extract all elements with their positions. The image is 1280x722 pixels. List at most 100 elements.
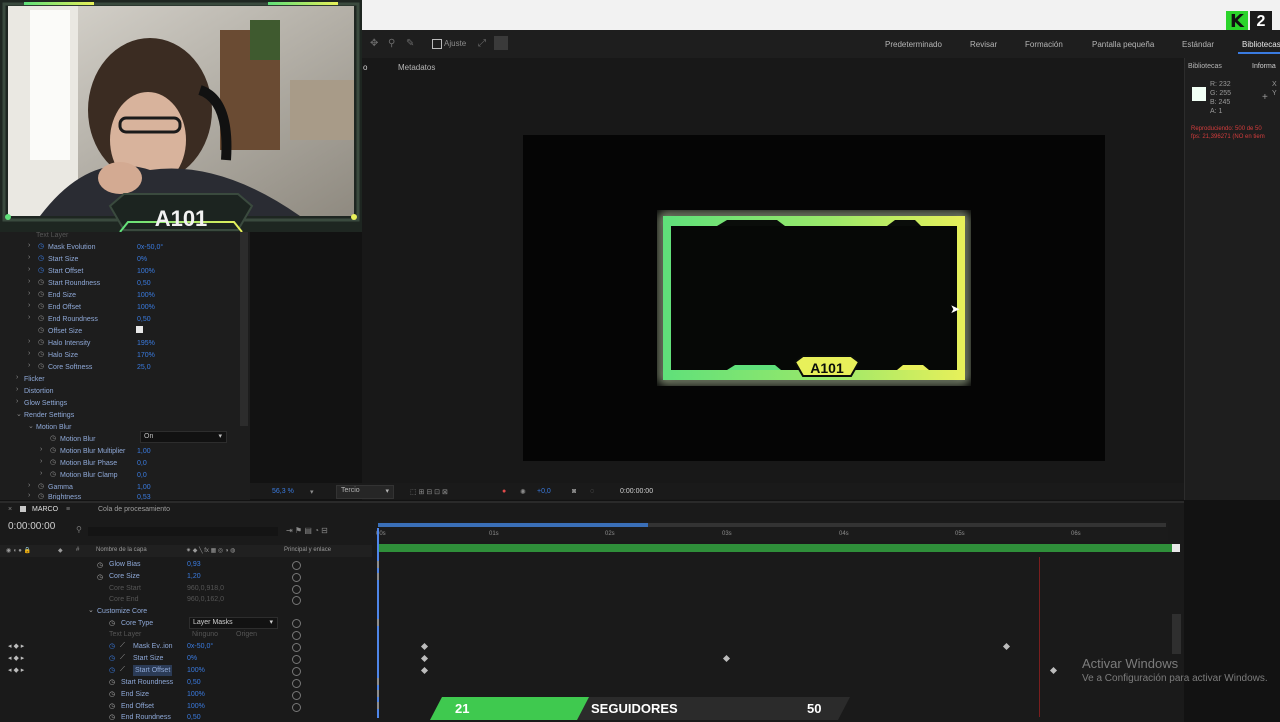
- chevron-right-icon[interactable]: ›: [16, 398, 18, 405]
- effect-value-start-offset[interactable]: 100%: [137, 266, 155, 277]
- effect-value-motion-blur-multiplier[interactable]: 1,00: [137, 446, 151, 457]
- timeline-value-end-roundness[interactable]: 0,50: [187, 712, 201, 720]
- effect-group-flicker[interactable]: Flicker: [24, 374, 45, 385]
- region-of-interest-icon[interactable]: ⬚ ⊞ ⊟ ⊡ ⊠: [410, 488, 448, 496]
- chevron-right-icon[interactable]: ›: [28, 338, 30, 345]
- parent-column[interactable]: Principal y enlace: [284, 547, 331, 553]
- core-type-select[interactable]: Layer Masks ▾: [189, 617, 278, 629]
- pin-tool-icon[interactable]: ⚲: [388, 39, 398, 49]
- stopwatch-icon[interactable]: ◷: [38, 254, 44, 262]
- workspace-bibliotecas[interactable]: Bibliotecas: [1242, 40, 1280, 49]
- chevron-right-icon[interactable]: ›: [28, 266, 30, 273]
- keyframe[interactable]: [377, 573, 379, 580]
- keyframe[interactable]: [377, 619, 379, 626]
- search-icon[interactable]: ⚲: [76, 525, 82, 534]
- stopwatch-icon[interactable]: ◷: [38, 362, 44, 370]
- stopwatch-icon[interactable]: ◷: [109, 702, 115, 710]
- chevron-right-icon[interactable]: ›: [40, 446, 42, 453]
- effect-value-motion-blur-phase[interactable]: 0,0: [137, 458, 147, 469]
- effect-group-distortion[interactable]: Distortion: [24, 386, 54, 397]
- time-navigator-track[interactable]: [648, 523, 1166, 527]
- keyframe-navigator-icon[interactable]: ◂ ◆ ▸: [8, 642, 24, 650]
- chevron-right-icon[interactable]: ›: [16, 374, 18, 381]
- stopwatch-icon[interactable]: ◷: [109, 690, 115, 698]
- stopwatch-icon[interactable]: ◷: [50, 458, 56, 466]
- snap-options-icon[interactable]: ⤢: [478, 39, 488, 49]
- zoom-level[interactable]: 56,3 %: [272, 488, 294, 495]
- effect-value-motion-blur-clamp[interactable]: 0,0: [137, 470, 147, 481]
- chevron-right-icon[interactable]: ›: [28, 362, 30, 369]
- effect-value-halo-intensity[interactable]: 195%: [137, 338, 155, 349]
- close-icon[interactable]: ×: [8, 506, 12, 513]
- workspace-revisar[interactable]: Revisar: [970, 40, 997, 49]
- chevron-right-icon[interactable]: ›: [16, 386, 18, 393]
- chevron-right-icon[interactable]: ›: [28, 302, 30, 309]
- workspace-formacion[interactable]: Formación: [1025, 40, 1063, 49]
- tab-marco[interactable]: MARCO: [32, 506, 58, 513]
- stopwatch-icon[interactable]: ◷: [38, 302, 44, 310]
- effect-group-render-settings[interactable]: Render Settings: [24, 410, 74, 421]
- tab-libraries[interactable]: Bibliotecas: [1188, 63, 1222, 70]
- pickwhip-icon[interactable]: [292, 679, 301, 688]
- stopwatch-icon[interactable]: ◷: [38, 492, 44, 500]
- chevron-right-icon[interactable]: ›: [40, 470, 42, 477]
- keyframe-navigator-icon[interactable]: ◂ ◆ ▸: [8, 654, 24, 662]
- pickwhip-icon[interactable]: [292, 585, 301, 594]
- viewer-timecode[interactable]: 0:00:00:00: [620, 488, 653, 495]
- timeline-value-start-offset[interactable]: 100%: [187, 665, 205, 676]
- viewer-tab-metadata[interactable]: Metadatos: [398, 63, 435, 72]
- stopwatch-icon[interactable]: ◷: [97, 561, 103, 569]
- channel-icon[interactable]: ●: [502, 488, 506, 495]
- chevron-right-icon[interactable]: ›: [28, 242, 30, 249]
- stopwatch-icon[interactable]: ◷: [38, 338, 44, 346]
- switches-column-icons[interactable]: ✷ ◆ ╲ fx ▦ ◎ ◑ ◍: [186, 547, 235, 554]
- layer-name-column[interactable]: Nombre de la capa: [96, 547, 147, 553]
- effect-value-halo-size[interactable]: 170%: [137, 350, 155, 361]
- menu-icon[interactable]: ≡: [66, 506, 70, 513]
- tab-info[interactable]: Informa: [1252, 63, 1276, 70]
- stopwatch-icon[interactable]: ◷: [38, 290, 44, 298]
- pickwhip-icon[interactable]: [292, 643, 301, 652]
- stopwatch-icon[interactable]: ◷: [109, 666, 115, 674]
- graph-icon[interactable]: ⟋: [120, 642, 125, 650]
- color-management-icon[interactable]: ✺: [520, 488, 526, 496]
- work-area-preview-bar[interactable]: [378, 523, 648, 527]
- timeline-value-end-size[interactable]: 100%: [187, 689, 205, 700]
- puppet-tool-icon[interactable]: ✎: [406, 39, 416, 49]
- timeline-group-customize-core[interactable]: Customize Core: [97, 606, 147, 617]
- pickwhip-icon[interactable]: [292, 619, 301, 628]
- snapshot-camera-icon[interactable]: ◙: [572, 488, 576, 495]
- effect-value-start-roundness[interactable]: 0,50: [137, 278, 151, 289]
- chevron-down-icon[interactable]: ▾: [310, 488, 314, 496]
- stopwatch-icon[interactable]: ◷: [38, 482, 44, 490]
- keyframe-navigator-icon[interactable]: ◂ ◆ ▸: [8, 666, 24, 674]
- keyframe[interactable]: [377, 690, 379, 697]
- graph-icon[interactable]: ⟋: [120, 654, 125, 662]
- keyframe[interactable]: [377, 702, 379, 709]
- timeline-value-glow-bias[interactable]: 0,93: [187, 559, 201, 570]
- chevron-right-icon[interactable]: ›: [40, 458, 42, 465]
- workspace-predeterminado[interactable]: Predeterminado: [885, 40, 942, 49]
- chevron-right-icon[interactable]: ›: [28, 350, 30, 357]
- pickwhip-icon[interactable]: [292, 596, 301, 605]
- stopwatch-icon[interactable]: ◷: [38, 242, 44, 250]
- effect-group-glow-settings[interactable]: Glow Settings: [24, 398, 67, 409]
- keyframe[interactable]: [377, 678, 379, 685]
- stopwatch-icon[interactable]: ◷: [109, 619, 115, 627]
- stopwatch-icon[interactable]: ◷: [50, 446, 56, 454]
- hand-tool-icon[interactable]: ✥: [370, 39, 380, 49]
- stopwatch-icon[interactable]: ◷: [38, 266, 44, 274]
- tab-render-queue[interactable]: Cola de procesamiento: [98, 506, 170, 513]
- offset-size-checkbox[interactable]: [136, 326, 143, 333]
- pickwhip-icon[interactable]: [292, 573, 301, 582]
- stopwatch-icon[interactable]: ◷: [109, 654, 115, 662]
- chevron-right-icon[interactable]: ›: [28, 254, 30, 261]
- pickwhip-icon[interactable]: [292, 631, 301, 640]
- pickwhip-icon[interactable]: [292, 691, 301, 700]
- show-snapshot-icon[interactable]: ◌: [590, 488, 594, 495]
- number-icon[interactable]: #: [76, 547, 79, 553]
- stopwatch-icon[interactable]: ◷: [38, 350, 44, 358]
- timeline-value-mask-evolution[interactable]: 0x-50,0°: [187, 641, 213, 652]
- pickwhip-icon[interactable]: [292, 561, 301, 570]
- chevron-down-icon[interactable]: ⌄: [16, 410, 22, 418]
